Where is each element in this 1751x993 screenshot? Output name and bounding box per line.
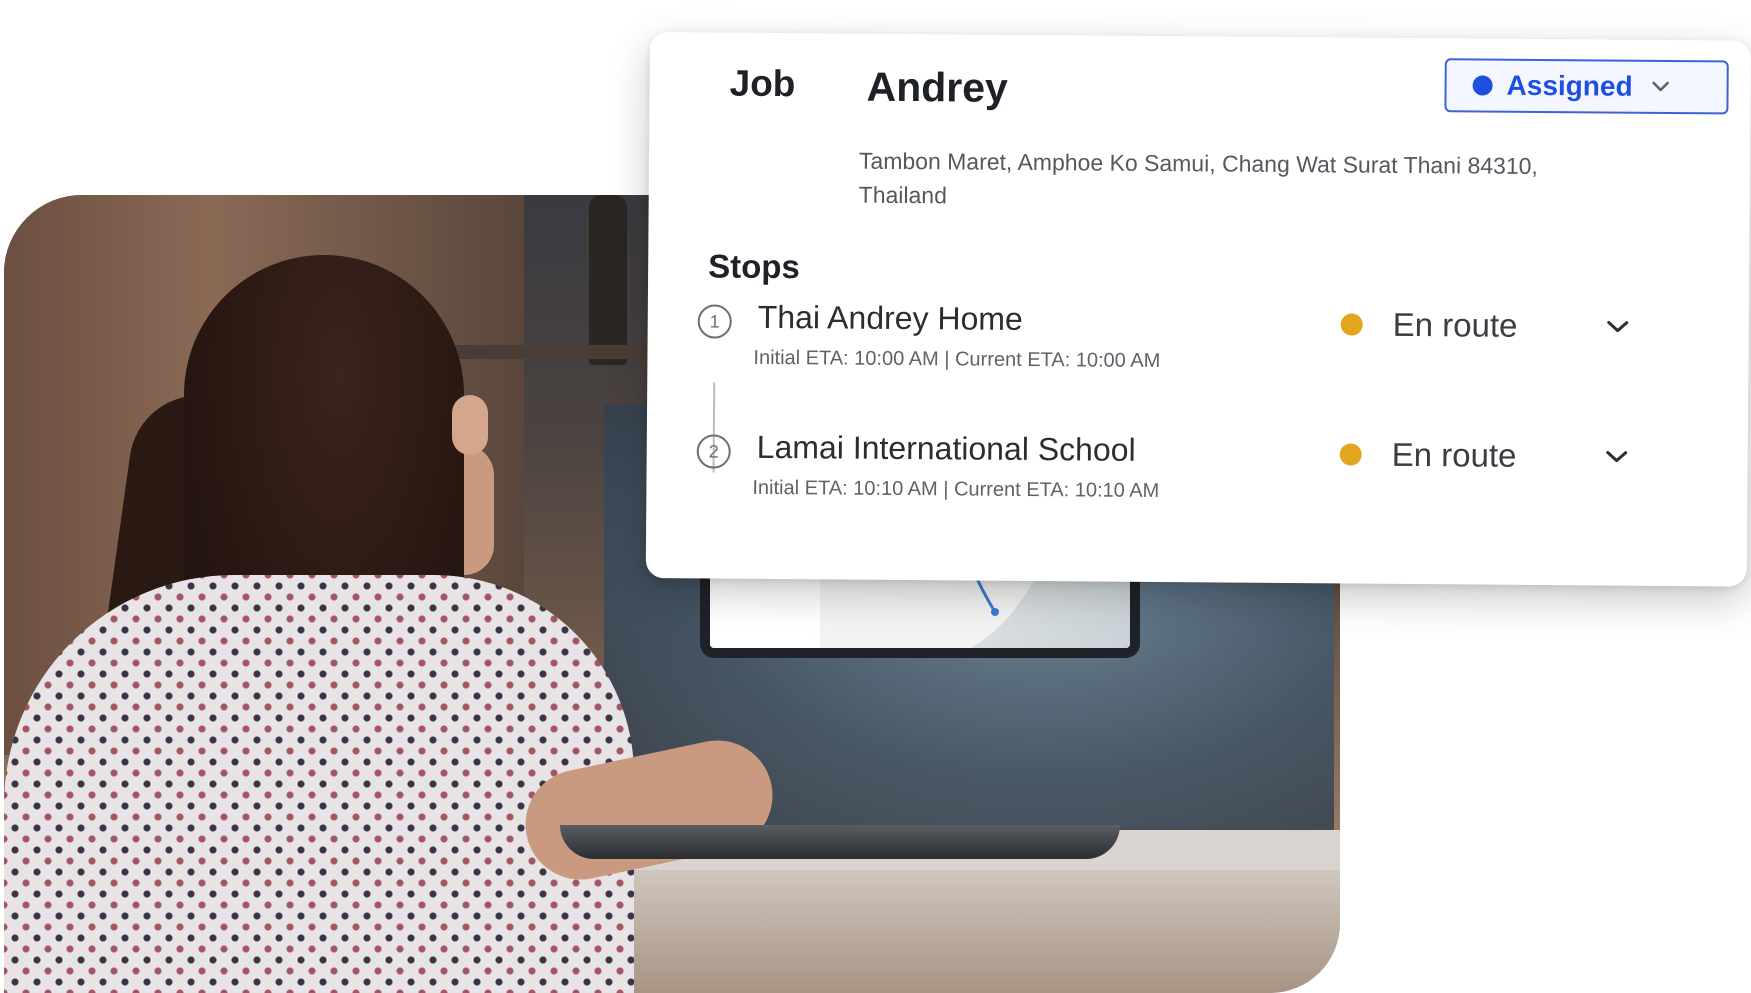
bottle [589,195,627,365]
job-address: Tambon Maret, Amphoe Ko Samui, Chang Wat… [858,147,1538,209]
status-dot [1472,75,1493,96]
stop-eta: Initial ETA: 10:00 AM | Current ETA: 10:… [753,346,1161,373]
job-label: Job [729,62,796,105]
job-card: Job Andrey Tambon Maret, Amphoe Ko Samui… [645,32,1751,587]
chevron-down-icon[interactable] [1601,309,1635,343]
stop-status-dot [1340,313,1363,336]
stop-eta: Initial ETA: 10:10 AM | Current ETA: 10:… [752,476,1160,503]
stop-number: 2 [696,434,731,469]
route-end-marker [991,608,999,616]
stop-status-dot [1339,443,1362,466]
stop-row[interactable]: 1 Thai Andrey Home Initial ETA: 10:00 AM… [697,294,1708,392]
laptop-base [560,825,1120,859]
stop-status: En route [1391,435,1517,474]
status-label: Assigned [1506,69,1633,102]
stop-number: 1 [697,304,732,339]
chevron-down-icon[interactable] [1600,439,1634,473]
stops-title: Stops [708,247,800,286]
stop-status: En route [1392,305,1518,344]
woman-ear [452,395,488,455]
stop-name: Lamai International School [756,428,1136,468]
job-name: Andrey [866,63,1009,111]
woman-shirt [4,575,634,993]
status-dropdown[interactable]: Assigned [1444,58,1729,115]
stop-name: Thai Andrey Home [757,298,1023,337]
chevron-down-icon [1651,74,1671,100]
stop-row[interactable]: 2 Lamai International School Initial ETA… [696,424,1707,522]
